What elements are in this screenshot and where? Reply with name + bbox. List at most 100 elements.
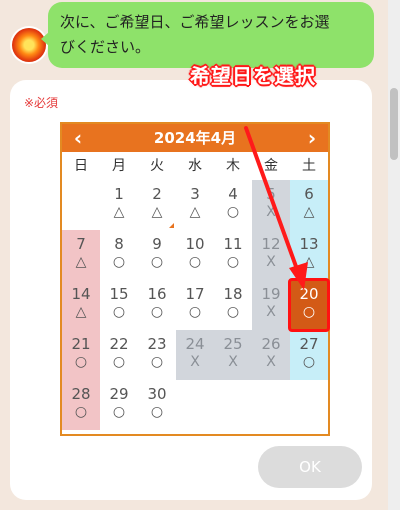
day-cell[interactable]: 30 ○ — [138, 380, 176, 430]
day-number: 17 — [185, 285, 205, 303]
day-number: 19 — [261, 285, 281, 303]
availability-mark: △ — [303, 254, 315, 270]
day-number: 28 — [71, 385, 91, 403]
ok-button[interactable]: OK — [258, 446, 362, 488]
availability-mark: ○ — [188, 254, 202, 270]
weekday-label: 木 — [226, 158, 240, 174]
day-number: 4 — [228, 185, 238, 203]
day-cell: 19 X — [252, 280, 290, 330]
day-number: 23 — [147, 335, 167, 353]
annotation-label: 希望日を選択 — [190, 64, 316, 88]
day-cell[interactable]: 29 ○ — [100, 380, 138, 430]
day-cell[interactable]: 27 ○ — [290, 330, 328, 380]
day-number: 11 — [223, 235, 243, 253]
day-cell: 26 X — [252, 330, 290, 380]
availability-mark: X — [266, 304, 276, 320]
availability-mark: ○ — [302, 304, 316, 320]
day-cell[interactable]: 21 ○ — [62, 330, 100, 380]
weekday-label: 金 — [264, 158, 278, 174]
day-cell[interactable]: 10 ○ — [176, 230, 214, 280]
day-cell[interactable]: 9 ○ — [138, 230, 176, 280]
weekday-label: 火 — [150, 158, 164, 174]
availability-mark: ○ — [112, 354, 126, 370]
day-cell[interactable]: 11 ○ — [214, 230, 252, 280]
day-cell[interactable]: 4 ○ — [214, 180, 252, 230]
day-cell: 5X — [252, 180, 290, 230]
weekday-label: 土 — [302, 158, 316, 174]
availability-mark: ○ — [74, 354, 88, 370]
day-number: 30 — [147, 385, 167, 403]
day-cell: 12 X — [252, 230, 290, 280]
availability-mark: ○ — [150, 354, 164, 370]
day-cell[interactable]: 13 △ — [290, 230, 328, 280]
availability-mark: X — [228, 354, 238, 370]
availability-mark: ○ — [188, 304, 202, 320]
next-month-button[interactable]: › — [298, 124, 326, 152]
availability-mark: ○ — [112, 404, 126, 420]
day-number: 6 — [304, 185, 314, 203]
availability-mark: X — [190, 354, 200, 370]
day-number: 22 — [109, 335, 129, 353]
day-cell: 24 X — [176, 330, 214, 380]
day-number: 14 — [71, 285, 91, 303]
day-number: 9 — [152, 235, 162, 253]
calendar-header: ‹ 2024年4月 › — [62, 124, 328, 152]
scrollbar-track[interactable] — [388, 0, 400, 510]
day-cell[interactable]: 16 ○ — [138, 280, 176, 330]
availability-mark: △ — [303, 204, 315, 220]
weekday-label: 日 — [74, 158, 88, 174]
availability-mark: △ — [75, 254, 87, 270]
day-cell[interactable]: 17 ○ — [176, 280, 214, 330]
chat-message-line-1: 次に、ご希望日、ご希望レッスンをお選 — [60, 13, 330, 31]
month-title: 2024年4月 — [153, 129, 237, 147]
required-label: ※必須 — [24, 96, 59, 110]
day-number: 21 — [71, 335, 91, 353]
day-number: 13 — [299, 235, 319, 253]
day-number: 26 — [261, 335, 281, 353]
availability-mark: ○ — [226, 304, 240, 320]
day-number: 5 — [266, 185, 276, 203]
availability-mark: △ — [75, 304, 87, 320]
corner-marker-icon — [169, 223, 174, 228]
day-number: 2 — [152, 185, 162, 203]
day-cell[interactable]: 22 ○ — [100, 330, 138, 380]
day-cell-selected[interactable]: 20 ○ — [288, 278, 330, 332]
availability-mark: ○ — [226, 254, 240, 270]
prev-month-button[interactable]: ‹ — [64, 124, 92, 152]
day-cell[interactable]: 8 ○ — [100, 230, 138, 280]
availability-mark: X — [266, 254, 276, 270]
day-cell[interactable]: 18 ○ — [214, 280, 252, 330]
day-cell[interactable]: 28 ○ — [62, 380, 100, 430]
day-cell[interactable]: 23 ○ — [138, 330, 176, 380]
availability-mark: △ — [113, 204, 125, 220]
day-cell[interactable]: 2 △ — [138, 180, 176, 230]
availability-mark: ○ — [112, 254, 126, 270]
day-number: 16 — [147, 285, 167, 303]
weekday-label: 月 — [112, 158, 126, 174]
chat-message-line-2: びください。 — [60, 38, 151, 56]
day-cell[interactable]: 6 △ — [290, 180, 328, 230]
day-cell[interactable]: 14 △ — [62, 280, 100, 330]
availability-mark: X — [266, 354, 276, 370]
day-number: 25 — [223, 335, 243, 353]
day-cell[interactable]: 1 △ — [100, 180, 138, 230]
day-cell[interactable]: 7 △ — [62, 230, 100, 280]
day-number: 18 — [223, 285, 243, 303]
availability-mark: X — [266, 204, 276, 220]
availability-mark: ○ — [226, 204, 240, 220]
availability-mark: ○ — [74, 404, 88, 420]
day-cell: 25 X — [214, 330, 252, 380]
day-number: 3 — [190, 185, 200, 203]
day-cell[interactable]: 15 ○ — [100, 280, 138, 330]
availability-mark: △ — [189, 204, 201, 220]
day-number: 24 — [185, 335, 205, 353]
scrollbar-thumb[interactable] — [390, 88, 398, 160]
availability-mark: ○ — [150, 304, 164, 320]
day-number: 10 — [185, 235, 205, 253]
day-number: 12 — [261, 235, 281, 253]
day-cell[interactable]: 3 △ — [176, 180, 214, 230]
date-picker-card: ※必須 ‹ 2024年4月 › 日月火水木金土 1 △ 2 △ 3 △ 4 ○ 5 X 6 △ 7 △ 8 ○… — [10, 80, 372, 500]
weekday-label: 水 — [188, 158, 202, 174]
day-number: 20 — [299, 285, 319, 303]
chat-bubble: 次に、ご希望日、ご希望レッスンをお選 びください。 — [41, 2, 374, 68]
